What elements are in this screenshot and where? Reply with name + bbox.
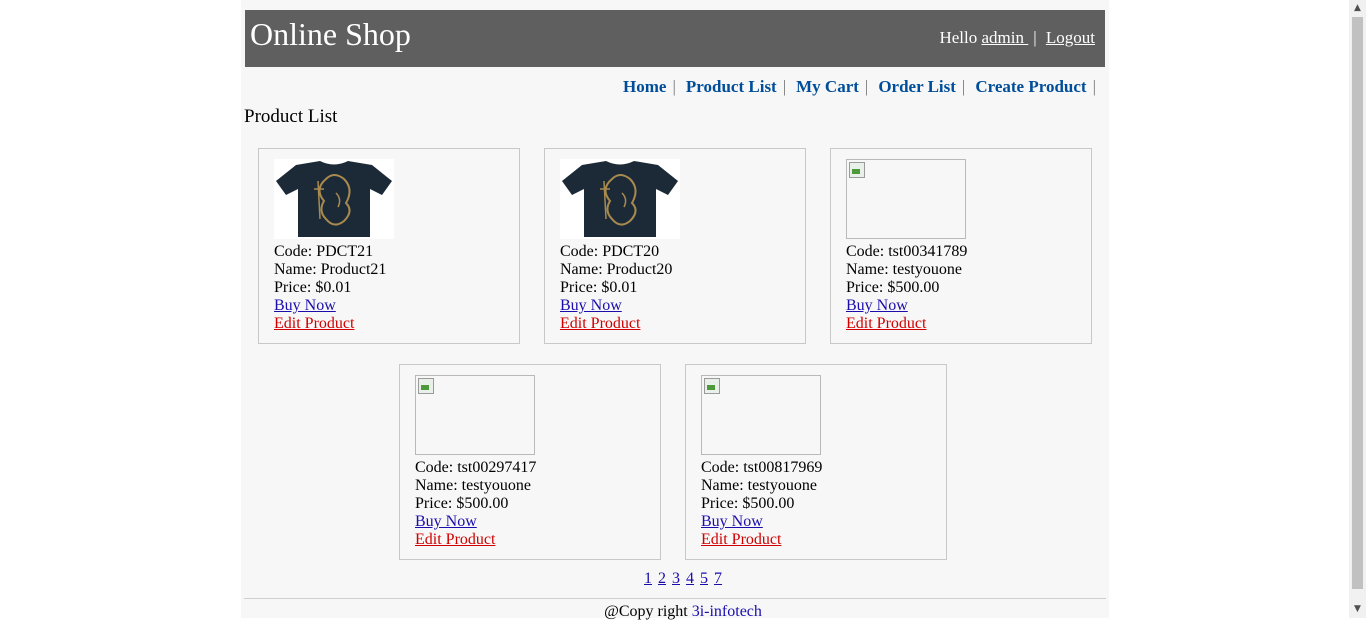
menu-separator: | (864, 77, 869, 96)
product-info: Code: PDCT20 Name: Product20 Price: $0.0… (560, 243, 672, 333)
company-link[interactable]: 3i-infotech (692, 603, 762, 620)
page-link[interactable]: 7 (714, 570, 722, 587)
product-price: Price: $0.01 (274, 279, 352, 296)
menu-separator: | (782, 77, 787, 96)
footer: @Copy right 3i-infotech (0, 603, 1366, 621)
pagination: 1 2 3 4 5 7 (0, 570, 1366, 588)
main-menu: Home | Product List | My Cart | Order List | Cre… (623, 77, 1106, 97)
menu-separator: | (672, 77, 676, 96)
page-link[interactable]: 3 (672, 570, 680, 587)
product-code: Code: PDCT21 (274, 243, 374, 260)
tshirt-icon (560, 159, 680, 239)
broken-image-icon[interactable] (415, 375, 535, 455)
menu-create-product[interactable]: Create Product (975, 77, 1086, 96)
buy-now-link[interactable]: Buy Now (274, 297, 386, 315)
product-card: Code: tst00341789 Name: testyouone Price… (830, 148, 1092, 344)
edit-product-link[interactable]: Edit Product (846, 315, 967, 333)
product-name: Name: testyouone (701, 477, 817, 494)
product-name: Name: Product20 (560, 261, 673, 278)
tshirt-icon (274, 159, 394, 239)
product-name: Name: testyouone (846, 261, 962, 278)
buy-now-link[interactable]: Buy Now (560, 297, 672, 315)
edit-product-link[interactable]: Edit Product (274, 315, 386, 333)
product-code: Code: tst00341789 (846, 243, 968, 260)
admin-user-link[interactable]: admin (981, 28, 1028, 47)
product-code: Code: PDCT20 (560, 243, 660, 260)
product-code: Code: tst00297417 (415, 459, 537, 476)
product-card: Code: PDCT21 Name: Product21 Price: $0.0… (258, 148, 520, 344)
user-box: Hello admin | Logout (939, 28, 1095, 48)
product-price: Price: $0.01 (560, 279, 638, 296)
page-link[interactable]: 2 (658, 570, 666, 587)
vertical-scrollbar[interactable]: ▲ ▼ (1349, 0, 1366, 618)
logout-link[interactable]: Logout (1046, 28, 1095, 47)
menu-product-list[interactable]: Product List (686, 77, 777, 96)
buy-now-link[interactable]: Buy Now (415, 513, 536, 531)
product-code: Code: tst00817969 (701, 459, 823, 476)
product-name: Name: testyouone (415, 477, 531, 494)
page-link[interactable]: 1 (644, 570, 652, 587)
page-title: Product List (244, 106, 338, 127)
tshirt-image[interactable] (560, 159, 680, 239)
tshirt-image[interactable] (274, 159, 394, 239)
product-card: Code: tst00297417 Name: testyouone Price… (399, 364, 661, 560)
site-header: Online Shop Hello admin | Logout (245, 10, 1105, 67)
buy-now-link[interactable]: Buy Now (701, 513, 822, 531)
site-brand: Online Shop (250, 16, 411, 52)
product-card: Code: tst00817969 Name: testyouone Price… (685, 364, 947, 560)
page-link[interactable]: 5 (700, 570, 708, 587)
broken-image-icon[interactable] (701, 375, 821, 455)
menu-separator: | (961, 77, 966, 96)
footer-divider (244, 598, 1106, 599)
menu-home[interactable]: Home (623, 77, 666, 96)
menu-order-list[interactable]: Order List (878, 77, 956, 96)
copyright-text: @Copy right (604, 603, 688, 620)
scroll-up-icon[interactable]: ▲ (1349, 0, 1366, 17)
product-price: Price: $500.00 (701, 495, 795, 512)
edit-product-link[interactable]: Edit Product (415, 531, 536, 549)
edit-product-link[interactable]: Edit Product (560, 315, 672, 333)
menu-separator: | (1092, 77, 1096, 96)
product-info: Code: tst00817969 Name: testyouone Price… (701, 459, 822, 549)
product-info: Code: PDCT21 Name: Product21 Price: $0.0… (274, 243, 386, 333)
buy-now-link[interactable]: Buy Now (846, 297, 967, 315)
product-card: Code: PDCT20 Name: Product20 Price: $0.0… (544, 148, 806, 344)
product-info: Code: tst00341789 Name: testyouone Price… (846, 243, 967, 333)
scroll-thumb[interactable] (1352, 17, 1363, 589)
scroll-down-icon[interactable]: ▼ (1349, 601, 1366, 618)
product-price: Price: $500.00 (846, 279, 940, 296)
user-separator: | (1033, 28, 1037, 47)
edit-product-link[interactable]: Edit Product (701, 531, 822, 549)
product-price: Price: $500.00 (415, 495, 509, 512)
page-link[interactable]: 4 (686, 570, 694, 587)
product-info: Code: tst00297417 Name: testyouone Price… (415, 459, 536, 549)
menu-my-cart[interactable]: My Cart (796, 77, 859, 96)
broken-image-icon[interactable] (846, 159, 966, 239)
greeting-text: Hello (939, 28, 978, 47)
product-name: Name: Product21 (274, 261, 387, 278)
